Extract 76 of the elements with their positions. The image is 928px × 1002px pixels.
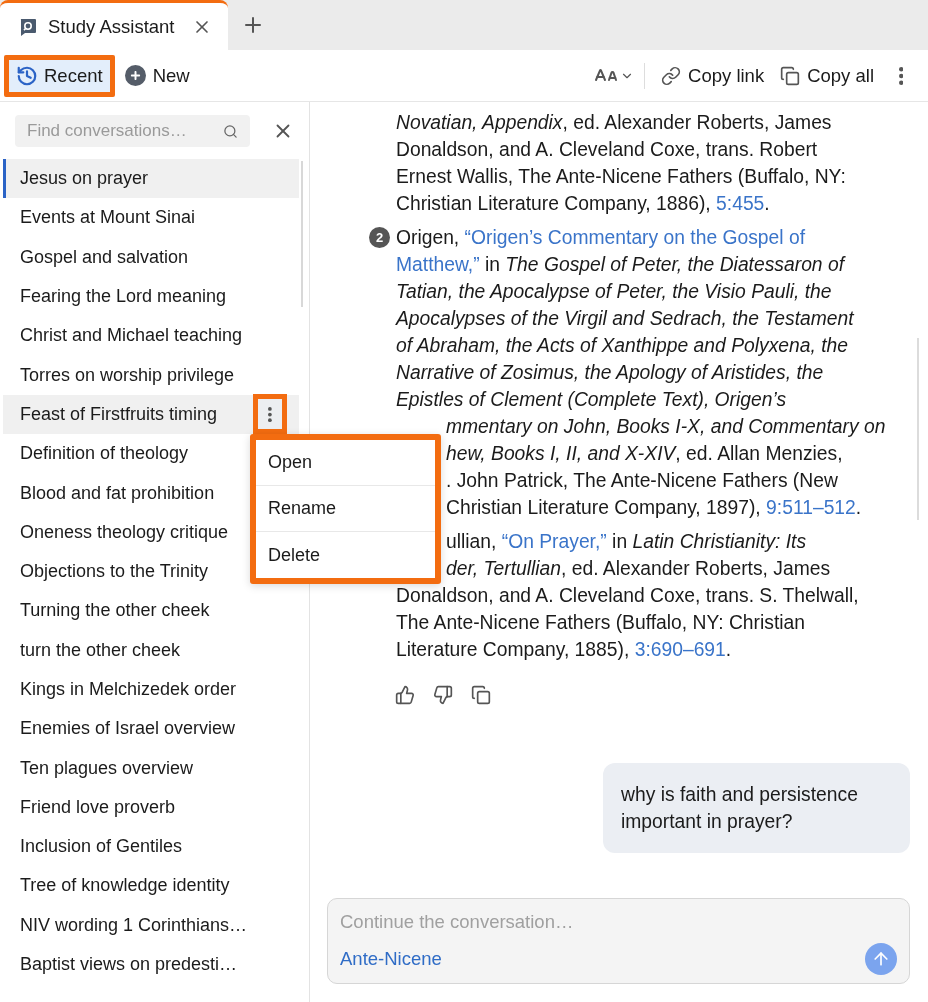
message-input[interactable]: Continue the conversation… [340, 907, 897, 937]
reference-text: ullian, [446, 530, 498, 553]
reference-text: Apocalypses of the Virgil and Sedrach, the Testament [396, 307, 854, 330]
footnote-number: 2 [369, 227, 390, 248]
scrollbar-thumb[interactable] [301, 161, 303, 307]
conversation-item[interactable]: Tree of knowledge identity [3, 866, 299, 906]
recent-button[interactable]: Recent [4, 54, 115, 97]
reference-text: Literature Company, 1885), [396, 638, 631, 661]
reference-link[interactable]: 3:690–691 [634, 638, 726, 661]
conversation-item[interactable]: Torres on worship privilege [3, 355, 299, 395]
thumbs-up-icon [395, 685, 415, 705]
menu-item[interactable]: Delete [256, 532, 435, 579]
thumbs-down-button[interactable] [433, 685, 453, 705]
reference-link[interactable]: “Origen’s Commentary on the Gospel of [464, 226, 806, 249]
reference-link[interactable]: “On Prayer,” [501, 530, 607, 553]
new-button[interactable]: New [118, 57, 196, 94]
message-composer[interactable]: Continue the conversation… Ante-Nicene [327, 898, 910, 984]
link-icon [661, 65, 682, 86]
reference-text: Donaldson, and A. Cleveland Coxe, trans. Robert [396, 138, 818, 161]
reference-link[interactable]: 5:455 [716, 192, 765, 215]
conversation-item[interactable]: Ten plagues overview [3, 748, 299, 788]
reference-text: Donaldson, and A. Cleveland Coxe, trans. S. Thelwall, [396, 584, 859, 607]
copy-all-button[interactable]: Copy all [774, 57, 880, 94]
reference-link[interactable]: Matthew,” [396, 253, 480, 276]
conversation-item[interactable]: Events at Mount Sinai [3, 198, 299, 238]
reference-text: Christian Literature Company, 1886), [396, 192, 712, 215]
menu-item[interactable]: Open [256, 440, 435, 487]
scrollbar-thumb[interactable] [917, 338, 919, 520]
reference-text: The Ante-Nicene Fathers (Buffalo, NY: Christian [396, 611, 806, 634]
search-icon [223, 123, 238, 139]
reference-text: . [725, 638, 732, 661]
conversation-item[interactable]: Fearing the Lord meaning [3, 276, 299, 317]
reference-text: Narrative of Zosimus, the Apology of Aristides, the [396, 361, 824, 384]
source-tag[interactable]: Ante-Nicene [340, 948, 442, 970]
reference-text: . [764, 192, 770, 215]
conversation-item[interactable]: NIV wording 1 Corinthians… [3, 905, 299, 945]
conversation-item[interactable]: Jesus on prayer [3, 159, 299, 199]
reference-text: Epistles of Clement (Complete Text), Origen’s [396, 388, 787, 411]
user-message: why is faith and persistence important in prayer? [603, 763, 910, 853]
reference-text: Origen, [396, 226, 461, 249]
copy-icon [471, 685, 491, 705]
copy-button[interactable] [471, 685, 491, 705]
reference-text: Christian Literature Company, 1897), [446, 496, 762, 519]
tab[interactable]: Study Assistant [0, 0, 228, 50]
reference-text: in The Gospel of Peter, the Diatessaron of [483, 253, 844, 276]
kebab-icon [898, 66, 904, 85]
reference-text: hew, Books I, II, and X-XIV, ed. Allan Menzies, [446, 442, 843, 465]
copy-link-button[interactable]: Copy link [655, 57, 771, 94]
conversation-item[interactable]: Kings in Melchizedek order [3, 669, 299, 710]
reference-text: mmentary on John, Books I-X, and Commentary on [446, 415, 886, 438]
reference-text: in Latin Christianity: Its [611, 530, 807, 553]
thumbs-down-icon [433, 685, 453, 705]
conversation-item[interactable]: Gospel and salvation [3, 237, 299, 277]
reference-text: . [855, 496, 862, 519]
thumbs-up-button[interactable] [395, 685, 415, 705]
conversation-item[interactable]: Turning the other cheek [3, 591, 299, 631]
reference-link[interactable]: 9:511–512 [766, 496, 856, 519]
conversation-item[interactable]: Inclusion of Gentiles [3, 827, 299, 867]
conversation-item[interactable]: Enemies of Israel overview [3, 709, 299, 749]
item-menu-button[interactable] [253, 394, 287, 435]
history-icon [16, 64, 38, 87]
reference-text: Tatian, the Apocalypse of Peter, the Visio Pauli, the [396, 280, 832, 303]
conversation-item[interactable]: Christ and Michael teaching [3, 316, 299, 356]
copy-icon [780, 65, 801, 86]
conversation-item[interactable]: Feast of Firstfruits timing [3, 394, 299, 435]
reference-text: Novatian, Appendix, ed. Alexander Roberts, James [396, 111, 832, 134]
reference-text: of Abraham, the Acts of Xanthippe and Polyxena, the [396, 334, 848, 357]
conversation-item[interactable]: turn the other cheek [3, 630, 299, 670]
reference-text: Ernest Wallis, The Ante-Nicene Fathers (Buffalo, NY: [396, 165, 846, 188]
kebab-icon [268, 406, 272, 422]
conversation-item[interactable]: Friend love proverb [3, 787, 299, 828]
chat-search-icon [18, 16, 38, 37]
conversation-item[interactable]: Baptist views on predesti… [3, 944, 299, 985]
reference-text: . John Patrick, The Ante-Nicene Fathers (New [446, 469, 838, 492]
reference-text: der, Tertullian, ed. Alexander Roberts, James [446, 557, 831, 580]
menu-item[interactable]: Rename [256, 486, 435, 533]
